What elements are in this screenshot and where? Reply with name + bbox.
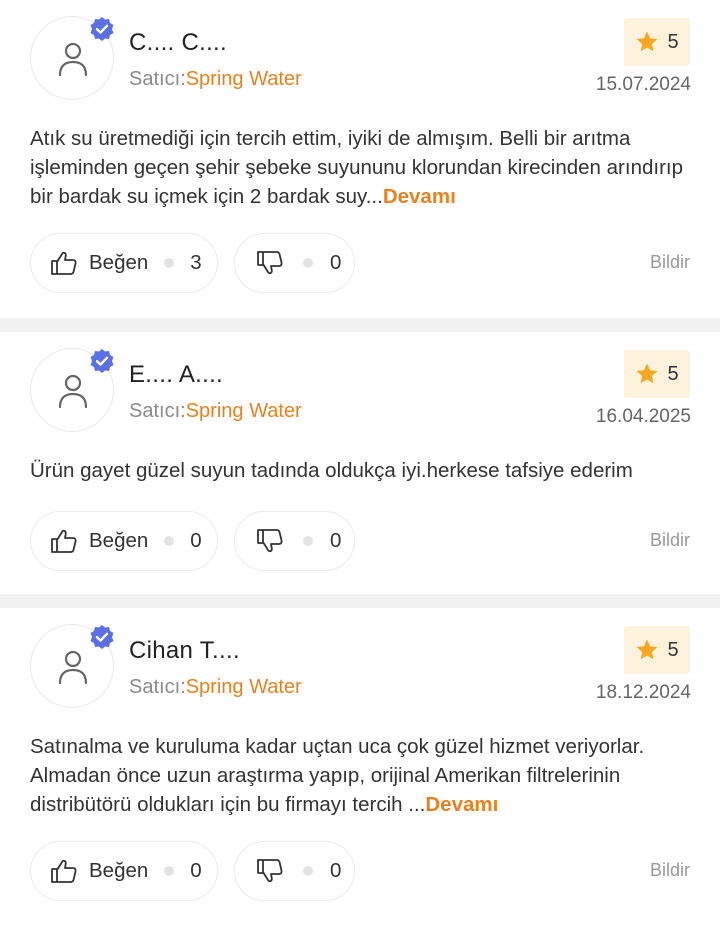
review-card: C.... C.... Satıcı:Spring Water 5 15.07.… (0, 0, 720, 318)
reviewer-name: C.... C.... (129, 29, 227, 56)
reviewer-name: Cihan T.... (129, 637, 240, 664)
star-icon (637, 363, 658, 384)
like-count: 0 (190, 529, 202, 552)
like-label: Beğen (89, 251, 149, 274)
section-divider (0, 594, 720, 608)
thumbs-down-icon (257, 529, 283, 553)
thumbs-down-icon (257, 251, 283, 275)
seller-name-link[interactable]: Spring Water (186, 400, 302, 422)
dislike-button[interactable]: 0 (234, 233, 355, 293)
rating-value: 5 (667, 638, 679, 661)
like-button[interactable]: Beğen 0 (30, 511, 218, 571)
user-icon (58, 650, 88, 685)
like-label: Beğen (89, 859, 149, 882)
review-date: 16.04.2025 (595, 406, 691, 427)
seller-name-link[interactable]: Spring Water (186, 676, 302, 698)
thumbs-up-icon (51, 251, 77, 275)
user-icon (58, 42, 88, 77)
separator-dot (164, 536, 175, 546)
thumbs-up-icon (51, 859, 77, 883)
dislike-count: 0 (330, 251, 342, 274)
separator-dot (164, 866, 175, 876)
separator-dot (303, 536, 313, 546)
review-body: Ürün gayet güzel suyun tadında oldukça i… (30, 459, 633, 482)
review-body: Atık su üretmediği için tercih ettim, iy… (30, 127, 683, 208)
review-text: Atık su üretmediği için tercih ettim, iy… (30, 124, 690, 211)
rating-value: 5 (667, 362, 679, 385)
review-actions: Beğen 0 0 (30, 511, 355, 571)
dislike-count: 0 (330, 529, 342, 552)
star-icon (637, 31, 658, 52)
rating-badge: 5 (624, 626, 690, 674)
like-count: 0 (190, 859, 202, 882)
report-link[interactable]: Bildir (650, 252, 690, 273)
read-more-link[interactable]: Devamı (383, 185, 456, 208)
report-link[interactable]: Bildir (650, 530, 690, 551)
review-text: Ürün gayet güzel suyun tadında oldukça i… (30, 456, 690, 485)
verified-badge-icon (90, 625, 114, 649)
read-more-link[interactable]: Devamı (425, 793, 498, 816)
review-card: Cihan T.... Satıcı:Spring Water 5 18.12.… (0, 608, 720, 926)
review-date: 18.12.2024 (595, 682, 691, 703)
like-label: Beğen (89, 529, 149, 552)
rating-value: 5 (667, 30, 679, 53)
separator-dot (164, 258, 175, 268)
like-button[interactable]: Beğen 0 (30, 841, 218, 901)
rating-badge: 5 (624, 18, 690, 66)
rating-badge: 5 (624, 350, 690, 398)
review-card: E.... A.... Satıcı:Spring Water 5 16.04.… (0, 332, 720, 594)
review-text: Satınalma ve kuruluma kadar uçtan uca ço… (30, 732, 690, 819)
star-icon (637, 639, 658, 660)
separator-dot (303, 866, 313, 876)
reviewer-name: E.... A.... (129, 361, 224, 388)
like-button[interactable]: Beğen 3 (30, 233, 218, 293)
seller-label: Satıcı: (129, 400, 186, 422)
seller-info: Satıcı:Spring Water (129, 676, 302, 699)
report-link[interactable]: Bildir (650, 860, 690, 881)
dislike-button[interactable]: 0 (234, 841, 355, 901)
verified-badge-icon (90, 349, 114, 373)
review-date: 15.07.2024 (595, 74, 691, 95)
dislike-count: 0 (330, 859, 342, 882)
user-icon (58, 374, 88, 409)
dislike-button[interactable]: 0 (234, 511, 355, 571)
like-count: 3 (190, 251, 202, 274)
seller-name-link[interactable]: Spring Water (186, 68, 302, 90)
seller-info: Satıcı:Spring Water (129, 68, 302, 91)
seller-label: Satıcı: (129, 68, 186, 90)
review-actions: Beğen 0 0 (30, 841, 355, 901)
section-divider (0, 318, 720, 332)
seller-info: Satıcı:Spring Water (129, 400, 302, 423)
review-body: Satınalma ve kuruluma kadar uçtan uca ço… (30, 735, 645, 816)
verified-badge-icon (90, 17, 114, 41)
thumbs-up-icon (51, 529, 77, 553)
seller-label: Satıcı: (129, 676, 186, 698)
thumbs-down-icon (257, 859, 283, 883)
review-actions: Beğen 3 0 (30, 233, 355, 293)
separator-dot (303, 258, 313, 268)
